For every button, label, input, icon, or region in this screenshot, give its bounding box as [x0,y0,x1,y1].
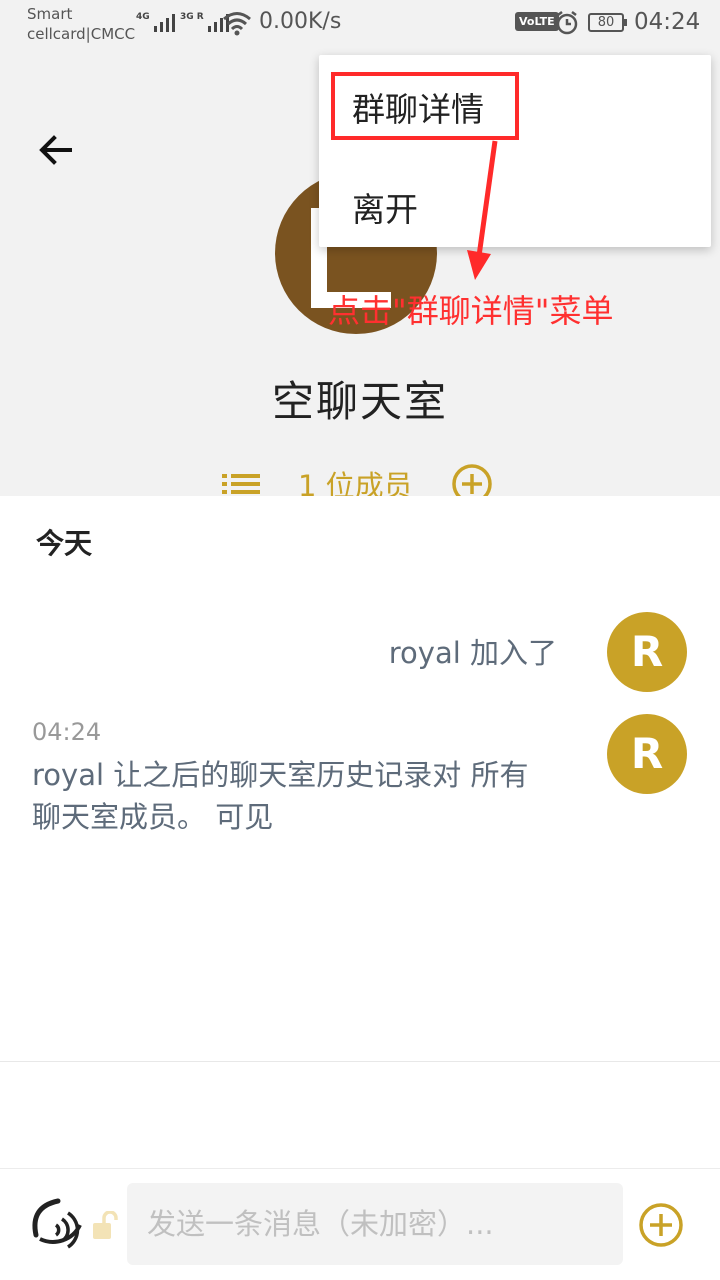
annotation-arrow [467,140,498,280]
date-separator: 今天 [36,527,93,560]
message-timestamp: 04:24 [32,718,102,746]
back-arrow-icon[interactable] [34,128,78,172]
annotation-text: 点击"群聊详情"菜单 [328,292,614,330]
battery-indicator: 80 [588,13,627,32]
unlocked-icon [93,1211,118,1239]
alarm-icon [556,11,578,35]
message-text: royal 让之后的聊天室历史记录对 所有聊天室成员。 可见 [32,758,529,834]
member-list-icon[interactable] [222,471,260,497]
message-composer [0,1168,720,1280]
signal-icon-1: 4G [136,12,175,32]
volte-badge: VoLTE [515,12,559,31]
join-event: royal 加入了 [388,636,557,670]
voice-call-icon[interactable] [28,1195,86,1253]
chat-timeline: 今天 royal 加入了 R 04:24 royal 让之后的聊天室历史记录对 … [0,496,720,1062]
avatar[interactable]: R [607,714,687,794]
menu-item-leave[interactable]: 离开 [352,183,418,231]
carrier-label: Smart cellcard|CMCC [27,5,136,43]
message-input[interactable] [127,1183,623,1265]
network-speed: 0.00K/s [259,9,342,34]
annotation-highlight-box [331,72,519,140]
room-name[interactable]: 空聊天室 [0,368,720,429]
avatar[interactable]: R [607,612,687,692]
clock: 04:24 [634,9,701,35]
status-bar: Smart cellcard|CMCC 4G 3G R 0.00K/s VoLT… [0,0,720,48]
wifi-icon [223,12,251,36]
add-attachment-icon[interactable] [638,1202,684,1248]
